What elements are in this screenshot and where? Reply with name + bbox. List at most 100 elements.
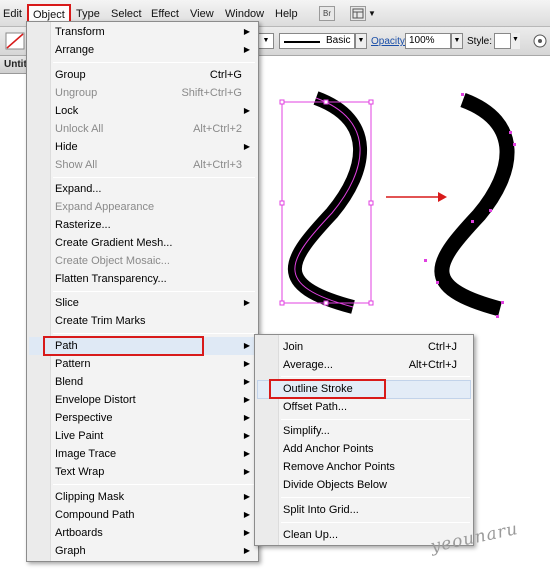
- menu-item-simplify[interactable]: Simplify...: [255, 422, 473, 440]
- menu-effect[interactable]: Effect: [151, 6, 179, 22]
- menu-help[interactable]: Help: [275, 6, 298, 22]
- submenu-arrow-icon: ▶: [243, 395, 250, 404]
- submenu-arrow-icon: ▶: [243, 431, 250, 440]
- stroked-path[interactable]: [287, 91, 367, 314]
- submenu-arrow-icon: ▶: [243, 298, 250, 307]
- menu-item-label: Image Trace: [55, 448, 117, 460]
- menu-item-perspective[interactable]: Perspective ▶: [27, 409, 258, 427]
- object-menu: Transform ▶ Arrange ▶ Group Ctrl+G Ungroup S…: [26, 21, 259, 562]
- workspace-layout-icon[interactable]: [350, 6, 366, 21]
- menu-item-lock[interactable]: Lock ▶: [27, 102, 258, 120]
- menu-item-shortcut: Shift+Ctrl+G: [181, 87, 242, 99]
- menu-item-label: Live Paint: [55, 430, 104, 442]
- menu-item-label: Create Trim Marks: [55, 315, 146, 327]
- menu-item-label: Simplify...: [283, 425, 330, 437]
- menu-select[interactable]: Select: [111, 6, 142, 22]
- menu-item-unlock-all: Unlock All Alt+Ctrl+2: [27, 120, 258, 138]
- opacity-input[interactable]: 100%: [405, 33, 451, 49]
- menu-item-label: Expand...: [55, 183, 102, 195]
- menu-item-artboards[interactable]: Artboards ▶: [27, 524, 258, 542]
- menu-item-arrange[interactable]: Arrange ▶: [27, 41, 258, 59]
- menu-item-expand-appearance: Expand Appearance: [27, 198, 258, 216]
- menu-item-divide-objects-below[interactable]: Divide Objects Below: [255, 476, 473, 494]
- menu-item-join[interactable]: Join Ctrl+J: [255, 338, 473, 356]
- outline-stroke-highlight-box: [269, 379, 386, 399]
- layout-dropdown-arrow-icon[interactable]: ▼: [368, 6, 376, 22]
- opacity-dropdown[interactable]: ▼: [451, 33, 463, 49]
- menu-view[interactable]: View: [190, 6, 214, 22]
- menu-item-slice[interactable]: Slice ▶: [27, 294, 258, 312]
- menu-separator: [281, 497, 470, 498]
- menu-item-label: Rasterize...: [55, 219, 111, 231]
- menu-item-create-trim-marks[interactable]: Create Trim Marks: [27, 312, 258, 330]
- menu-item-label: Unlock All: [55, 123, 104, 135]
- submenu-arrow-icon: ▶: [243, 27, 250, 36]
- menu-item-label: Remove Anchor Points: [283, 461, 395, 473]
- menu-item-hide[interactable]: Hide ▶: [27, 138, 258, 156]
- menu-separator: [53, 177, 255, 178]
- menu-separator: [53, 484, 255, 485]
- submenu-arrow-icon: ▶: [243, 106, 250, 115]
- menu-item-shortcut: Alt+Ctrl+3: [193, 159, 242, 171]
- menu-item-offset-path[interactable]: Offset Path...: [255, 398, 473, 416]
- arrow-icon: [386, 192, 447, 202]
- menu-item-label: Group: [55, 69, 86, 81]
- menu-item-label: Perspective: [55, 412, 113, 424]
- menu-separator: [281, 522, 470, 523]
- menu-item-shortcut: Alt+Ctrl+2: [193, 123, 242, 135]
- menu-item-rasterize[interactable]: Rasterize...: [27, 216, 258, 234]
- submenu-arrow-icon: ▶: [243, 341, 250, 350]
- recolor-artwork-icon[interactable]: [533, 34, 547, 48]
- menu-item-label: Expand Appearance: [55, 201, 155, 213]
- menu-item-graph[interactable]: Graph ▶: [27, 542, 258, 560]
- bridge-icon[interactable]: Br: [319, 6, 335, 21]
- menu-item-compound-path[interactable]: Compound Path ▶: [27, 506, 258, 524]
- menu-item-create-gradient-mesh[interactable]: Create Gradient Mesh...: [27, 234, 258, 252]
- menu-item-label: Flatten Transparency...: [55, 273, 167, 285]
- no-fill-swatch-icon[interactable]: [5, 32, 27, 50]
- menu-item-label: Graph: [55, 545, 86, 557]
- submenu-arrow-icon: ▶: [243, 528, 250, 537]
- menu-type[interactable]: Type: [76, 6, 100, 22]
- menu-item-label: Show All: [55, 159, 98, 171]
- menu-separator: [53, 333, 255, 334]
- menu-item-transform[interactable]: Transform ▶: [27, 23, 258, 41]
- menu-item-label: Transform: [55, 26, 105, 38]
- menu-item-expand[interactable]: Expand...: [27, 180, 258, 198]
- menu-item-text-wrap[interactable]: Text Wrap ▶: [27, 463, 258, 481]
- style-label: Style:: [467, 36, 493, 47]
- menu-item-blend[interactable]: Blend ▶: [27, 373, 258, 391]
- menu-item-clipping-mask[interactable]: Clipping Mask ▶: [27, 488, 258, 506]
- menu-item-show-all: Show All Alt+Ctrl+3: [27, 156, 258, 174]
- menu-item-label: Artboards: [55, 527, 103, 539]
- menu-item-label: Envelope Distort: [55, 394, 136, 406]
- menu-item-image-trace[interactable]: Image Trace ▶: [27, 445, 258, 463]
- menu-window[interactable]: Window: [225, 6, 264, 22]
- menu-item-pattern[interactable]: Pattern ▶: [27, 355, 258, 373]
- stroke-style-dropdown[interactable]: ▼: [355, 33, 367, 49]
- menu-item-label: Divide Objects Below: [283, 479, 387, 491]
- menu-item-add-anchor-points[interactable]: Add Anchor Points: [255, 440, 473, 458]
- menu-item-shortcut: Ctrl+G: [209, 69, 242, 81]
- menu-item-envelope-distort[interactable]: Envelope Distort ▶: [27, 391, 258, 409]
- opacity-label[interactable]: Opacity:: [371, 36, 408, 47]
- submenu-arrow-icon: ▶: [243, 492, 250, 501]
- outlined-stroke-shape[interactable]: [434, 92, 515, 317]
- stroke-style-label: Basic: [326, 35, 351, 46]
- menu-item-flatten-transparency[interactable]: Flatten Transparency...: [27, 270, 258, 288]
- menu-edit[interactable]: Edit: [3, 6, 22, 22]
- graphic-style-dropdown[interactable]: ▼: [510, 33, 520, 49]
- menu-item-label: Split Into Grid...: [283, 504, 359, 516]
- menu-item-remove-anchor-points[interactable]: Remove Anchor Points: [255, 458, 473, 476]
- stroke-weight-dropdown[interactable]: ▼: [258, 33, 274, 49]
- submenu-arrow-icon: ▶: [243, 510, 250, 519]
- submenu-arrow-icon: ▶: [243, 546, 250, 555]
- menu-item-label: Add Anchor Points: [283, 443, 374, 455]
- submenu-arrow-icon: ▶: [243, 449, 250, 458]
- menu-item-group[interactable]: Group Ctrl+G: [27, 66, 258, 84]
- menu-item-split-into-grid[interactable]: Split Into Grid...: [255, 501, 473, 519]
- stroke-style-field[interactable]: Basic: [279, 33, 355, 49]
- menu-item-label: Clipping Mask: [55, 491, 125, 503]
- menu-item-average[interactable]: Average... Alt+Ctrl+J: [255, 356, 473, 374]
- menu-item-live-paint[interactable]: Live Paint ▶: [27, 427, 258, 445]
